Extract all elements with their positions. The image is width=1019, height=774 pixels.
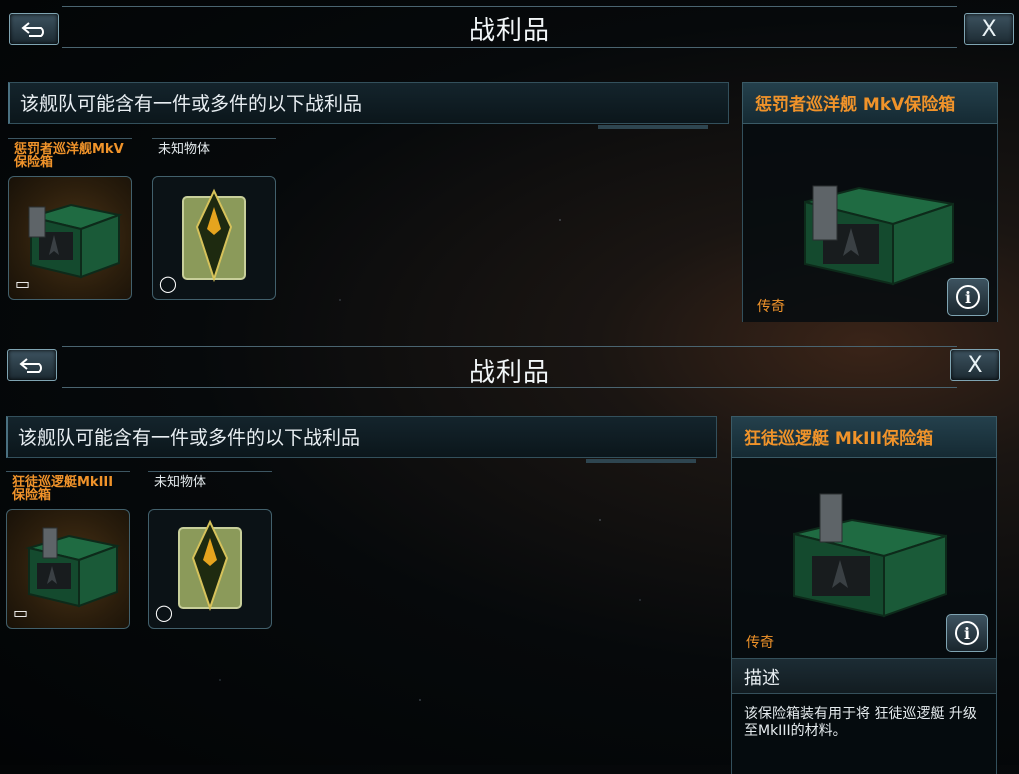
- close-label: X: [967, 352, 983, 378]
- item-label: 未知物体: [148, 471, 272, 509]
- item-image-frame: ◯: [148, 509, 272, 629]
- loot-screen-2: 战利品 X 该舰队可能含有一件或多件的以下战利品 狂徒巡逻艇MkIII保险箱 ▭: [0, 340, 1019, 774]
- info-button[interactable]: i: [947, 278, 989, 316]
- loot-heading-panel: 该舰队可能含有一件或多件的以下战利品: [6, 416, 717, 463]
- back-arrow-icon: [21, 22, 44, 37]
- shield-icon: ◯: [155, 603, 173, 622]
- page-title: 战利品: [468, 358, 550, 388]
- detail-panel: 狂徒巡逻艇 MkIII保险箱 传奇 i 描述 该保险箱装有用于将 狂徒巡逻艇 升…: [731, 416, 997, 774]
- back-arrow-icon: [19, 358, 42, 373]
- info-button[interactable]: i: [946, 614, 988, 652]
- loot-heading: 该舰队可能含有一件或多件的以下战利品: [18, 427, 361, 449]
- info-icon: i: [956, 285, 980, 309]
- loot-screen-1: 战利品 X 该舰队可能含有一件或多件的以下战利品 惩罚者巡洋舰MkV保险箱 ▭: [0, 0, 1019, 340]
- detail-body: 传奇 i: [742, 124, 998, 322]
- loot-heading: 该舰队可能含有一件或多件的以下战利品: [20, 93, 363, 115]
- detail-title-bar: 惩罚者巡洋舰 MkV保险箱: [742, 82, 998, 124]
- detail-title-bar: 狂徒巡逻艇 MkIII保险箱: [731, 416, 997, 458]
- close-label: X: [981, 16, 997, 42]
- item-image-frame: ▭: [6, 509, 130, 629]
- shield-icon: ◯: [159, 274, 177, 293]
- item-image-frame: ▭: [8, 176, 132, 300]
- loot-item-vault[interactable]: 狂徒巡逻艇MkIII保险箱 ▭: [6, 471, 130, 629]
- description-title-bar: 描述: [731, 658, 997, 694]
- detail-title: 狂徒巡逻艇 MkIII保险箱: [744, 429, 934, 449]
- info-icon: i: [955, 621, 979, 645]
- back-button[interactable]: [7, 349, 57, 381]
- loot-item-vault[interactable]: 惩罚者巡洋舰MkV保险箱 ▭: [8, 138, 132, 300]
- rarity-label: 传奇: [746, 635, 774, 651]
- package-icon: ▭: [13, 603, 29, 622]
- back-button[interactable]: [9, 13, 59, 45]
- detail-body: 传奇 i: [731, 458, 997, 658]
- loot-item-unknown[interactable]: 未知物体 ◯: [148, 471, 272, 629]
- loot-heading-panel: 该舰队可能含有一件或多件的以下战利品: [8, 82, 729, 129]
- page-title: 战利品: [468, 16, 550, 46]
- header-bar: 战利品 X: [0, 0, 1019, 50]
- panel-deco: [598, 125, 708, 129]
- vault-chest-icon: [793, 493, 947, 618]
- item-label: 未知物体: [152, 138, 276, 176]
- description-title: 描述: [744, 668, 780, 689]
- item-image-frame: ◯: [152, 176, 276, 300]
- package-icon: ▭: [15, 274, 31, 293]
- item-label: 惩罚者巡洋舰MkV保险箱: [8, 138, 132, 176]
- detail-title: 惩罚者巡洋舰 MkV保险箱: [755, 95, 956, 115]
- item-label: 狂徒巡逻艇MkIII保险箱: [6, 471, 130, 509]
- close-button[interactable]: X: [950, 349, 1000, 381]
- loot-item-unknown[interactable]: 未知物体 ◯: [152, 138, 276, 300]
- description-text: 该保险箱装有用于将 狂徒巡逻艇 升级至MkIII的材料。: [731, 694, 997, 774]
- rarity-label: 传奇: [757, 299, 785, 315]
- detail-panel: 惩罚者巡洋舰 MkV保险箱 传奇 i: [742, 82, 998, 322]
- close-button[interactable]: X: [964, 13, 1014, 45]
- panel-deco: [586, 459, 696, 463]
- header-bar: 战利品 X: [0, 340, 1019, 390]
- vault-chest-icon: [804, 185, 954, 286]
